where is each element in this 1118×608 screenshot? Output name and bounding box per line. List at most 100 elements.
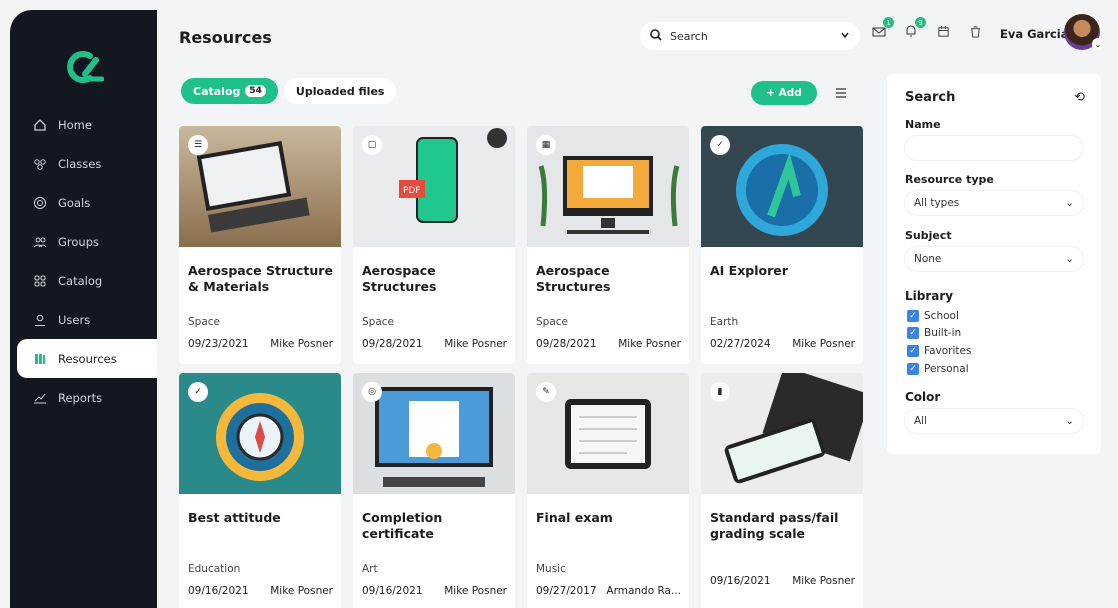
resource-grid: ☰ Aerospace Structure & Materials Space … — [179, 126, 863, 608]
card-title: Aerospace Structures — [362, 263, 437, 294]
app-logo[interactable] — [64, 50, 104, 84]
card-title: Aerospace Structures — [536, 263, 611, 294]
tab-catalog[interactable]: Catalog 54 — [181, 78, 278, 104]
list-icon: ☰ — [188, 135, 208, 155]
library-option[interactable]: ✓ School — [907, 310, 959, 322]
checkbox-checked-icon[interactable]: ✓ — [907, 363, 919, 375]
resource-card[interactable]: ▮ Standard pass/fail grading scale 09/16… — [701, 373, 863, 608]
card-subject: Space — [188, 316, 220, 328]
color-select[interactable]: All ⌄ — [905, 409, 1083, 433]
card-subject: Education — [188, 563, 241, 575]
resource-card[interactable]: ▦ Aerospace Structures Space 09/28/2021 … — [527, 126, 689, 364]
card-author: Mike Posner — [618, 338, 681, 350]
card-thumbnail: ☰ — [179, 126, 341, 247]
list-view-icon[interactable] — [832, 84, 850, 102]
library-option[interactable]: ✓ Favorites — [907, 345, 971, 357]
card-title: Standard pass/fail grading scale — [710, 510, 839, 541]
card-date: 09/16/2021 — [710, 575, 771, 587]
card-title: Aerospace Structure & Materials — [188, 263, 333, 294]
name-label: Name — [905, 118, 941, 131]
checkbox-checked-icon[interactable]: ✓ — [907, 327, 919, 339]
sidebar-item-resources[interactable]: Resources — [17, 339, 157, 378]
add-button[interactable]: + Add — [751, 81, 817, 105]
badge-icon: ✓ — [710, 135, 730, 155]
sidebar-item-label: Home — [58, 117, 92, 132]
color-value: All — [914, 415, 928, 427]
library-option-label: Personal — [924, 363, 969, 375]
sidebar-item-reports[interactable]: Reports — [10, 378, 157, 417]
users-icon — [32, 312, 48, 328]
tabs: Catalog 54 Uploaded files — [181, 78, 397, 104]
name-field[interactable] — [905, 136, 1083, 160]
card-thumbnail: ✓ — [179, 373, 341, 494]
resource-type-select[interactable]: All types ⌄ — [905, 191, 1083, 215]
checkbox-checked-icon[interactable]: ✓ — [907, 310, 919, 322]
trash-button[interactable] — [966, 22, 984, 40]
sidebar-item-users[interactable]: Users — [10, 300, 157, 339]
sidebar-item-classes[interactable]: Classes — [10, 144, 157, 183]
user-name[interactable]: Eva Garcia — [1000, 27, 1069, 41]
sidebar-item-goals[interactable]: Goals — [10, 183, 157, 222]
goals-icon — [32, 195, 48, 211]
card-subject: Earth — [710, 316, 739, 328]
svg-text:PDF: PDF — [403, 186, 421, 196]
search-input[interactable]: Search — [640, 22, 860, 50]
card-author: Mike Posner — [792, 575, 855, 587]
card-thumbnail: ✓ — [701, 126, 863, 247]
avatar-chevron-icon[interactable]: ⌄ — [1092, 38, 1104, 50]
resources-icon — [32, 351, 48, 367]
reports-icon — [32, 390, 48, 406]
resource-type-label: Resource type — [905, 173, 994, 186]
notifications-button[interactable]: 9 — [902, 17, 926, 40]
resource-card[interactable]: ✓ Best attitude Education 09/16/2021 Mik… — [179, 373, 341, 608]
chevron-down-icon: ⌄ — [1065, 415, 1074, 427]
resource-card[interactable]: PDF ▢ Aerospace Structures Space 09/28/2… — [353, 126, 515, 364]
reset-icon[interactable]: ⟲ — [1074, 90, 1085, 105]
card-author: Armando Ra... — [606, 585, 681, 597]
card-author: Mike Posner — [444, 338, 507, 350]
pdf-icon: ▢ — [362, 135, 382, 155]
card-thumbnail: ▦ — [527, 126, 689, 247]
search-label: Search — [670, 29, 708, 43]
tab-uploaded-label: Uploaded files — [295, 84, 385, 98]
messages-badge: 1 — [883, 17, 894, 28]
card-date: 09/16/2021 — [188, 585, 249, 597]
home-icon — [32, 117, 48, 133]
chevron-down-icon[interactable] — [840, 30, 850, 43]
sidebar-item-label: Users — [58, 312, 91, 327]
page-title: Resources — [179, 28, 272, 47]
exam-icon: ✎ — [536, 382, 556, 402]
sidebar-item-groups[interactable]: Groups — [10, 222, 157, 261]
card-date: 02/27/2024 — [710, 338, 771, 350]
card-author: Mike Posner — [444, 585, 507, 597]
messages-button[interactable]: 1 — [870, 17, 894, 40]
card-title: Best attitude — [188, 510, 281, 525]
tab-uploaded-files[interactable]: Uploaded files — [283, 78, 397, 104]
library-option[interactable]: ✓ Built-in — [907, 327, 961, 339]
resource-card[interactable]: ◎ Completion certificate Art 09/16/2021 … — [353, 373, 515, 608]
library-option[interactable]: ✓ Personal — [907, 363, 969, 375]
resource-card[interactable]: ✎ Final exam Music 09/27/2017 Armando Ra… — [527, 373, 689, 608]
library-option-label: School — [924, 310, 959, 322]
chevron-down-icon: ⌄ — [1065, 253, 1074, 265]
resource-card[interactable]: ✓ AI Explorer Earth 02/27/2024 Mike Posn… — [701, 126, 863, 364]
card-thumbnail: ▮ — [701, 373, 863, 494]
card-thumbnail: PDF ▢ — [353, 126, 515, 247]
sidebar-item-label: Classes — [58, 156, 102, 171]
sidebar-item-catalog[interactable]: Catalog — [10, 261, 157, 300]
calendar-icon — [937, 25, 949, 37]
main-area: Resources Search 1 9 Eva Garcia ⌄ Catalo… — [157, 0, 1118, 608]
calendar-button[interactable] — [934, 22, 952, 40]
card-thumbnail: ✎ — [527, 373, 689, 494]
tab-catalog-label: Catalog — [193, 84, 241, 98]
subject-select[interactable]: None ⌄ — [905, 247, 1083, 271]
card-date: 09/16/2021 — [362, 585, 423, 597]
resource-card[interactable]: ☰ Aerospace Structure & Materials Space … — [179, 126, 341, 364]
sidebar-item-home[interactable]: Home — [10, 105, 157, 144]
sidebar-item-label: Resources — [58, 351, 117, 366]
card-subject: Space — [362, 316, 394, 328]
certificate-icon: ◎ — [362, 382, 382, 402]
card-title: Completion certificate — [362, 510, 443, 541]
card-title: Final exam — [536, 510, 613, 525]
checkbox-checked-icon[interactable]: ✓ — [907, 345, 919, 357]
